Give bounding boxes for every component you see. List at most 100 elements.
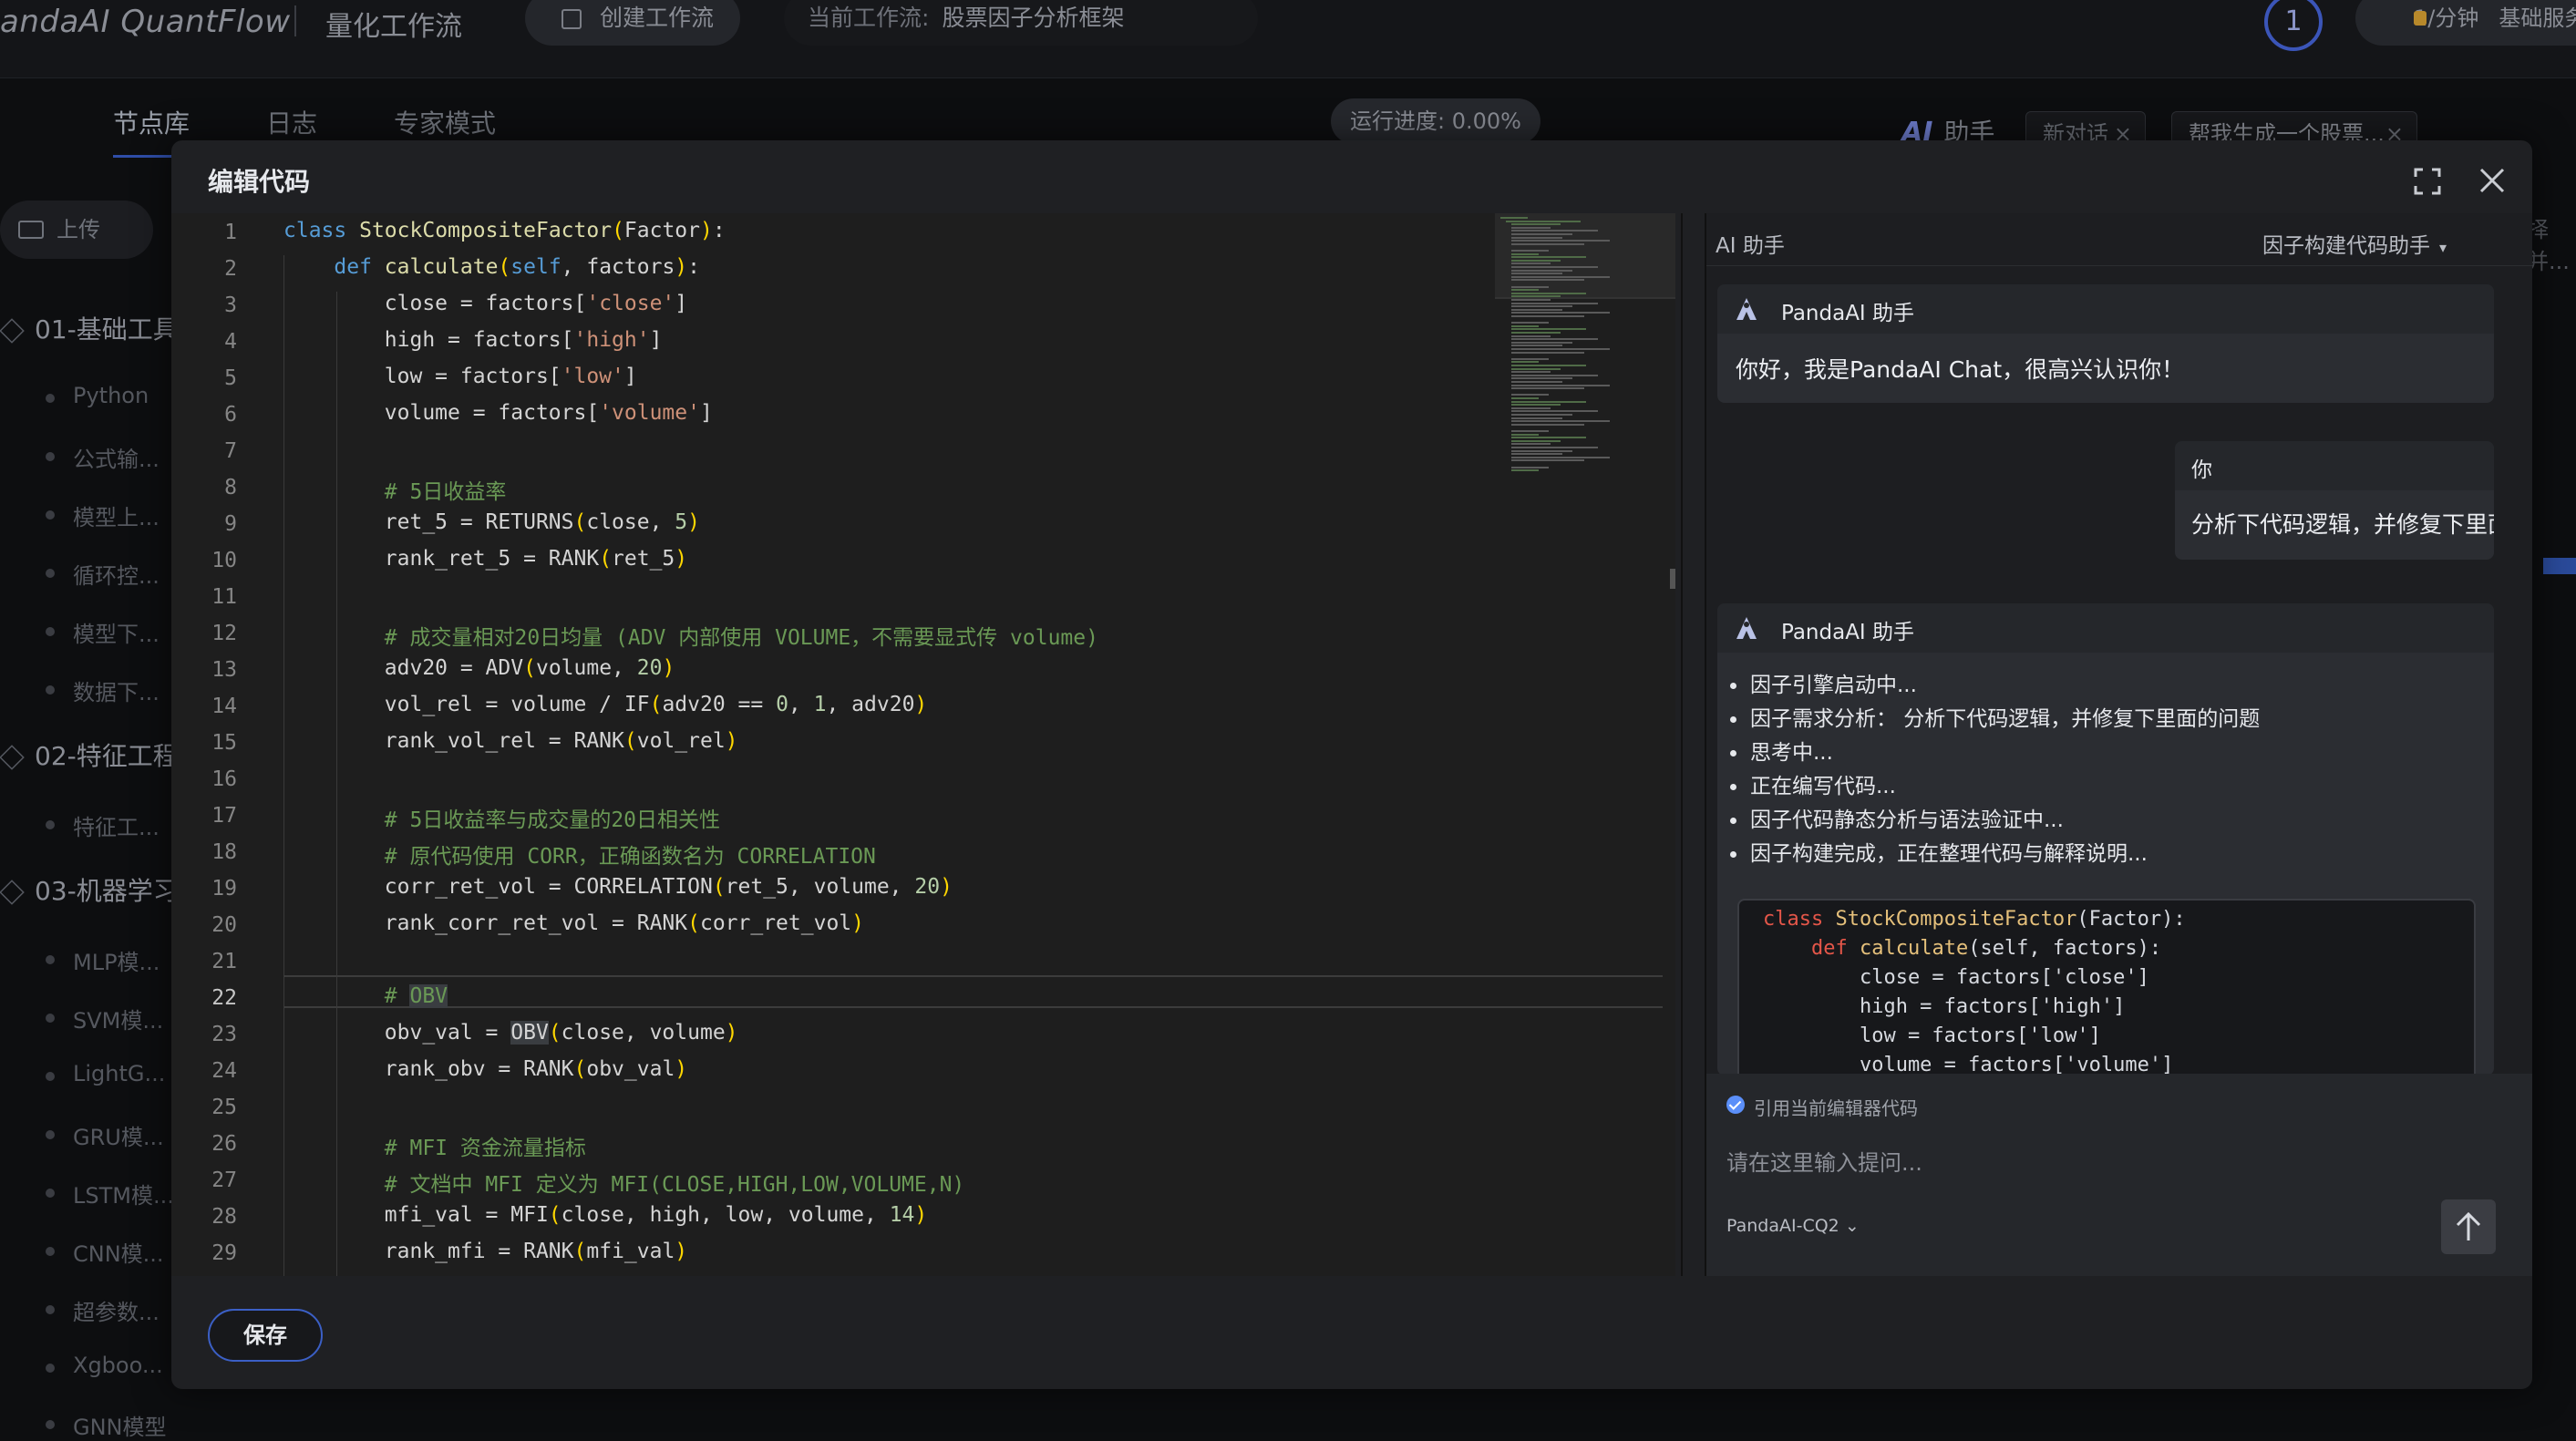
tab-node-library[interactable]: 节点库 bbox=[113, 104, 190, 140]
code-line: high = factors['high'] bbox=[283, 328, 663, 352]
line-number: 26 bbox=[211, 1132, 237, 1156]
minimap-line bbox=[1511, 430, 1549, 432]
category-label: 02-特征工程 bbox=[35, 741, 179, 771]
code-line: rank_vol_rel = RANK(vol_rel) bbox=[283, 729, 738, 753]
list-item[interactable]: 特征工... bbox=[46, 809, 160, 841]
minimap-line bbox=[1511, 397, 1539, 399]
minimap-line bbox=[1511, 240, 1610, 242]
caret-down-icon: ▾ bbox=[2439, 239, 2447, 256]
minimap-line bbox=[1511, 381, 1562, 383]
code-line: volume = factors['volume'] bbox=[283, 401, 713, 425]
minimap-line bbox=[1511, 437, 1586, 439]
notification-badge[interactable]: 1 bbox=[2264, 0, 2323, 51]
line-number: 18 bbox=[211, 840, 237, 864]
tab-logs[interactable]: 日志 bbox=[266, 104, 317, 140]
tab-expert-mode[interactable]: 专家模式 bbox=[394, 104, 496, 140]
message-header: PandaAI 助手 bbox=[1717, 603, 2494, 653]
minimap[interactable] bbox=[1495, 213, 1675, 487]
minimap-line bbox=[1511, 273, 1562, 275]
minimap-line bbox=[1511, 417, 1562, 419]
close-icon[interactable] bbox=[2478, 166, 2507, 195]
top-bar: andaAI QuantFlow 量化工作流 创建工作流 当前工作流: 股票因子分… bbox=[0, 0, 2576, 78]
assistant-mode-select[interactable]: 因子构建代码助手 ▾ bbox=[2262, 228, 2447, 259]
category-label: 03-机器学习 bbox=[35, 876, 179, 906]
coin-icon bbox=[2414, 11, 2427, 26]
upload-label: 上传 bbox=[57, 217, 100, 242]
list-item[interactable]: 模型下... bbox=[46, 616, 160, 648]
minimap-line bbox=[1511, 335, 1551, 337]
list-item[interactable]: Xgboo... bbox=[46, 1353, 163, 1378]
list-item[interactable]: GNN模型 bbox=[46, 1409, 167, 1441]
service-pill[interactable]: 1/分钟 基础服务 bbox=[2355, 0, 2576, 46]
list-item[interactable]: MLP模... bbox=[45, 944, 160, 976]
line-number: 14 bbox=[211, 695, 237, 718]
minimap-line bbox=[1511, 308, 1562, 311]
code-line: high = factors['high'] bbox=[1763, 995, 2126, 1018]
line-number: 10 bbox=[211, 549, 237, 572]
code-editor[interactable]: 1 2 3 4 5 6 7 8 9 10 11 12 13 14 15 16 17 18 19 20 21 22 23 24 2… bbox=[171, 213, 1675, 1276]
folder-icon bbox=[18, 221, 44, 239]
line-number: 5 bbox=[224, 366, 237, 390]
list-item[interactable]: CNN模... bbox=[46, 1236, 164, 1268]
code-line: # MFI 资金流量指标 bbox=[384, 1137, 586, 1160]
list-item[interactable]: Python bbox=[45, 383, 149, 408]
list-item[interactable]: 模型上... bbox=[46, 499, 160, 531]
line-number: 2 bbox=[224, 257, 237, 281]
line-number: 16 bbox=[211, 767, 237, 791]
chat-input[interactable] bbox=[1726, 1137, 2510, 1189]
list-item[interactable]: GRU模... bbox=[46, 1119, 164, 1151]
minimap-line bbox=[1511, 371, 1551, 374]
minimap-line bbox=[1511, 256, 1586, 259]
code-line: # 文档中 MFI 定义为 MFI(CLOSE,HIGH,LOW,VOLUME,… bbox=[384, 1173, 965, 1197]
create-workflow-button[interactable]: 创建工作流 bbox=[525, 0, 740, 46]
minimap-line bbox=[1511, 259, 1561, 262]
list-item[interactable]: 循环控... bbox=[46, 558, 160, 590]
list-item[interactable]: LSTM模... bbox=[46, 1178, 174, 1209]
bot-message-greeting: PandaAI 助手 你好，我是PandaAI Chat，很高兴认识你！ bbox=[1717, 284, 2494, 403]
editor-divider bbox=[1681, 213, 1683, 1276]
app-subtitle: 量化工作流 bbox=[325, 11, 462, 43]
upload-button[interactable]: 上传 bbox=[0, 201, 153, 259]
save-button[interactable]: 保存 bbox=[208, 1309, 323, 1362]
code-line: # 5日收益率 bbox=[384, 480, 507, 504]
code-line: rank_mfi = RANK(mfi_val) bbox=[283, 1240, 688, 1263]
list-item[interactable]: 超参数... bbox=[46, 1294, 160, 1326]
editor-scrollbar[interactable] bbox=[1670, 569, 1675, 589]
list-item: 正在编写代码... bbox=[1717, 770, 2260, 804]
minimap-line bbox=[1511, 275, 1610, 278]
minimap-line bbox=[1511, 447, 1598, 448]
list-item[interactable]: SVM模... bbox=[45, 1003, 163, 1034]
line-number-gutter: 1 2 3 4 5 6 7 8 9 10 11 12 13 14 15 16 17 18 19 20 21 22 23 24 2… bbox=[171, 213, 253, 1276]
line-number: 21 bbox=[211, 950, 237, 973]
cube-icon bbox=[0, 318, 25, 344]
list-item[interactable]: 数据下... bbox=[46, 674, 160, 706]
fullscreen-icon[interactable] bbox=[2414, 168, 2441, 195]
list-item[interactable]: LightG... bbox=[45, 1061, 165, 1086]
list-item[interactable]: 公式输... bbox=[46, 441, 160, 473]
check-circle-icon[interactable] bbox=[1726, 1096, 1745, 1114]
code-line: rank_obv = RANK(obv_val) bbox=[283, 1057, 688, 1081]
category-machine-learning[interactable]: 03-机器学习 bbox=[0, 871, 179, 908]
code-line: obv_val = OBV(close, volume) bbox=[283, 1021, 738, 1045]
message-header: 你 bbox=[2175, 441, 2494, 490]
current-workflow[interactable]: 当前工作流: 股票因子分析框架 bbox=[784, 0, 1258, 46]
minimap-line bbox=[1511, 252, 1539, 255]
minimap-line bbox=[1511, 443, 1551, 446]
code-line: close = factors['close'] bbox=[1763, 966, 2149, 989]
code-snippet[interactable]: class StockCompositeFactor(Factor): def … bbox=[1737, 899, 2476, 1076]
minimap-line bbox=[1511, 315, 1584, 317]
minimap-line bbox=[1511, 302, 1598, 304]
cite-editor-code-label[interactable]: 引用当前编辑器代码 bbox=[1754, 1094, 1918, 1120]
line-number: 15 bbox=[211, 731, 237, 755]
minimap-line bbox=[1511, 456, 1610, 458]
minimap-line bbox=[1511, 377, 1572, 380]
category-label: 01-基础工具 bbox=[35, 314, 179, 345]
minimap-line bbox=[1511, 420, 1610, 423]
background-right-text: 择并... bbox=[2527, 217, 2570, 274]
model-select[interactable]: PandaAI-CQ2 ⌄ bbox=[1726, 1216, 1860, 1236]
category-feature-engineering[interactable]: 02-特征工程 bbox=[0, 736, 179, 773]
code-line: # 5日收益率与成交量的20日相关性 bbox=[384, 808, 721, 832]
category-basic-tools[interactable]: 01-基础工具 bbox=[0, 310, 179, 346]
line-number: 27 bbox=[211, 1168, 237, 1192]
send-button[interactable] bbox=[2441, 1199, 2496, 1254]
